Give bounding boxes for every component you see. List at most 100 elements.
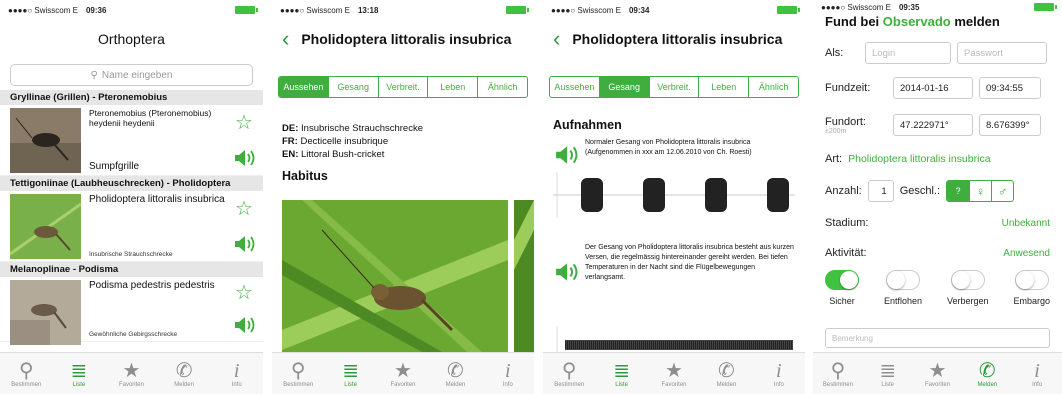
brand-link[interactable]: Observado	[883, 14, 951, 29]
count-field[interactable]: 1	[867, 180, 894, 202]
recording-description: Normaler Gesang von Pholidoptera littora…	[585, 139, 752, 156]
segment-leben[interactable]: Leben	[428, 77, 479, 97]
list-item[interactable]: Pholidoptera littoralis insubrica Insubr…	[0, 191, 263, 262]
tab-melden[interactable]: ✆ Melden	[962, 353, 1012, 394]
toggle-label: Entflohen	[883, 296, 922, 306]
speaker-icon[interactable]	[233, 315, 255, 335]
recording-item[interactable]: Der Gesang von Pholidoptera littoralis i…	[553, 243, 795, 283]
activity-row[interactable]: Aktivität: Anwesend	[825, 238, 1050, 268]
segment-gesang[interactable]: Gesang	[329, 77, 379, 97]
female-icon[interactable]: ♀	[969, 181, 991, 201]
segment-verbreitung[interactable]: Verbreit.	[650, 77, 700, 97]
tab-liste[interactable]: ≣ Liste	[863, 353, 913, 394]
tab-bestimmen[interactable]: ⚲ Bestimmen	[272, 353, 324, 394]
status-bar: ●●●●○ Swisscom E 13:18	[272, 0, 534, 20]
status-bar: ●●●●○ Swisscom E 09:35	[813, 0, 1062, 14]
segment-aehnlich[interactable]: Ähnlich	[478, 77, 527, 97]
tab-info[interactable]: i Info	[482, 353, 534, 394]
tab-melden[interactable]: ✆ Melden	[700, 353, 752, 394]
tab-liste[interactable]: ≣ Liste	[595, 353, 647, 394]
tab-liste[interactable]: ≣ Liste	[53, 353, 106, 394]
list-icon: ≣	[342, 359, 359, 382]
toggle-verbergen-group: Verbergen	[947, 270, 988, 306]
search-input[interactable]: ⚲ Name eingeben	[10, 64, 253, 86]
list-item[interactable]: Podisma pedestris pedestris Gewöhnliche …	[0, 277, 263, 345]
stadium-label: Stadium:	[825, 217, 869, 229]
date-field[interactable]: 2014-01-16	[893, 77, 973, 99]
tab-bar: ⚲ Bestimmen ≣ Liste ★ Favoriten ✆ Melden i In…	[813, 352, 1062, 394]
tab-favoriten[interactable]: ★ Favoriten	[913, 353, 963, 394]
toggle-entflohen[interactable]	[885, 270, 920, 290]
tab-melden[interactable]: ✆ Melden	[158, 353, 211, 394]
speaker-icon[interactable]	[553, 261, 579, 283]
tab-label: Liste	[344, 381, 357, 388]
tab-favoriten[interactable]: ★ Favoriten	[648, 353, 700, 394]
back-chevron-icon[interactable]: ‹	[282, 26, 289, 52]
segment-aehnlich[interactable]: Ähnlich	[749, 77, 798, 97]
stadium-row[interactable]: Stadium: Unbekannt	[825, 208, 1050, 238]
segment-aussehen[interactable]: Aussehen	[279, 77, 329, 97]
tab-info[interactable]: i Info	[753, 353, 805, 394]
art-label: Art:	[825, 153, 843, 165]
tab-bar: ⚲ Bestimmen ≣ Liste ★ Favoriten ✆ Melden i In…	[0, 352, 263, 394]
latitude-field[interactable]: 47.222971°	[893, 114, 973, 136]
speaker-icon[interactable]	[233, 148, 255, 168]
recording-item[interactable]: Normaler Gesang von Pholidoptera littora…	[553, 138, 795, 166]
toggle-entflohen-group: Entflohen	[884, 270, 922, 306]
geschl-label: Geschl.:	[899, 185, 941, 197]
tab-melden[interactable]: ✆ Melden	[429, 353, 481, 394]
habitus-photo[interactable]	[282, 200, 508, 352]
longitude-field[interactable]: 8.676399°	[979, 114, 1041, 136]
male-icon[interactable]: ♂	[991, 181, 1013, 201]
tab-info[interactable]: i Info	[1012, 353, 1062, 394]
toggle-embargo[interactable]	[1014, 270, 1049, 290]
search-icon: ⚲	[18, 359, 34, 382]
segment-leben[interactable]: Leben	[699, 77, 750, 97]
remark-field[interactable]: Bemerkung	[825, 328, 1050, 348]
login-field[interactable]: Login	[865, 42, 951, 64]
common-name: Insubrische Strauchschrecke	[89, 251, 173, 258]
favorite-star-icon[interactable]: ☆	[235, 199, 253, 219]
tab-favoriten[interactable]: ★ Favoriten	[105, 353, 158, 394]
toggle-row: Sicher Entflohen Verbergen Embargo	[825, 270, 1050, 306]
tab-bestimmen[interactable]: ⚲ Bestimmen	[0, 353, 53, 394]
tab-bestimmen[interactable]: ⚲ Bestimmen	[813, 353, 863, 394]
group-header: Tettigoniinae (Laubheuschrecken) - Pholi…	[0, 176, 263, 191]
toggle-sicher[interactable]	[825, 270, 859, 290]
list-item[interactable]: Pteronemobius (Pteronemobius) heydenii h…	[0, 105, 263, 176]
segment-gesang[interactable]: Gesang	[599, 77, 650, 97]
list-icon: ≣	[70, 359, 88, 382]
name-de: Insubrische Strauchschrecke	[301, 123, 423, 134]
clock: 09:36	[85, 5, 107, 15]
nav-title: Pholidoptera littoralis insubrica	[301, 31, 512, 47]
tab-favoriten[interactable]: ★ Favoriten	[377, 353, 429, 394]
tab-info[interactable]: i Info	[210, 353, 263, 394]
speaker-icon[interactable]	[553, 144, 579, 166]
species-photo	[10, 108, 81, 173]
segment-aussehen[interactable]: Aussehen	[550, 77, 600, 97]
aktivitaet-value[interactable]: Anwesend	[1003, 248, 1050, 259]
segment-verbreitung[interactable]: Verbreit.	[379, 77, 429, 97]
search-placeholder: Name eingeben	[101, 69, 173, 81]
segment-control: Aussehen Gesang Verbreit. Leben Ähnlich	[549, 76, 799, 98]
back-chevron-icon[interactable]: ‹	[553, 26, 560, 52]
password-field[interactable]: Passwort	[957, 42, 1047, 64]
time-field[interactable]: 09:34:55	[979, 77, 1041, 99]
favorite-star-icon[interactable]: ☆	[235, 113, 253, 133]
group-header: Melanoplinae - Podisma	[0, 262, 263, 277]
nav-bar: ‹ Pholidoptera littoralis insubrica	[543, 20, 805, 58]
species-link[interactable]: Pholidoptera littoralis insubrica	[848, 153, 990, 165]
favorite-star-icon[interactable]: ☆	[235, 283, 253, 303]
sex-unknown-option[interactable]: ?	[947, 181, 970, 201]
species-list-screen: ●●●●○ Swisscom E 09:36 Orthoptera ⚲ Name…	[0, 0, 263, 394]
report-form: Als: Login Passwort Fundzeit: 2014-01-16…	[813, 36, 1062, 348]
carrier: ●●●●○ Swisscom E	[821, 2, 891, 12]
list-icon: ≣	[879, 359, 897, 382]
toggle-verbergen[interactable]	[950, 270, 985, 290]
tab-bar: ⚲ Bestimmen ≣ Liste ★ Favoriten ✆ Melden i In…	[272, 352, 534, 394]
speaker-icon[interactable]	[233, 234, 255, 254]
tab-bestimmen[interactable]: ⚲ Bestimmen	[543, 353, 595, 394]
stadium-value[interactable]: Unbekannt	[1002, 218, 1050, 229]
habitus-photo-next[interactable]	[514, 200, 534, 352]
tab-liste[interactable]: ≣ Liste	[324, 353, 376, 394]
